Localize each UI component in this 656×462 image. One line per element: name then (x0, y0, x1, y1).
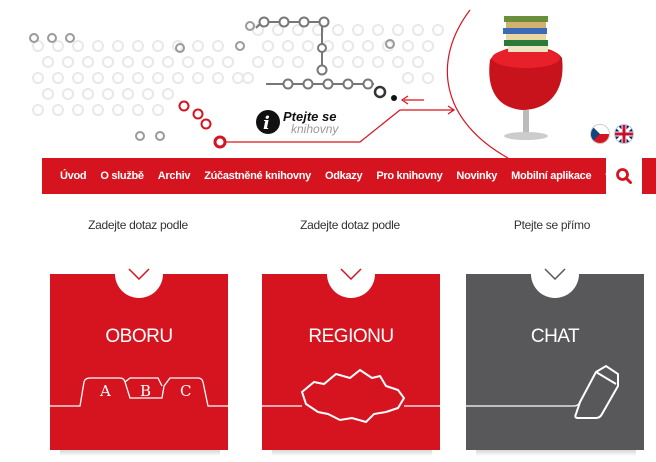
nav-item-mobilni-aplikace[interactable]: Mobilní aplikace (511, 170, 591, 182)
search-icon (616, 168, 632, 184)
card-label-chat: Ptejte se přímo (513, 218, 591, 232)
chair-illustration (489, 16, 563, 140)
card-label-oboru: Zadejte dotaz podle (88, 218, 188, 232)
tab-c: C (180, 382, 192, 400)
card-shadow (60, 450, 220, 456)
nav-item-o-sluzbe[interactable]: O službě (100, 170, 144, 182)
flag-czech-icon[interactable] (590, 124, 610, 144)
logo-sub-text: knihovny (291, 122, 339, 136)
card-shadow (476, 450, 636, 456)
nav-item-odkazy[interactable]: Odkazy (325, 170, 363, 182)
alphabet-tabs-illustration (50, 377, 228, 407)
czech-map-icon (262, 368, 440, 424)
nav-item-pro-knihovny[interactable]: Pro knihovny (376, 170, 442, 182)
page-header: i Ptejte se knihovny (0, 0, 656, 158)
search-button[interactable] (606, 158, 642, 194)
tab-b: B (140, 382, 152, 400)
logo[interactable]: Ptejte se knihovny (283, 110, 338, 135)
card-regionu[interactable]: REGIONU (262, 250, 440, 450)
tab-a: A (100, 382, 111, 400)
nav-item-archiv[interactable]: Archiv (158, 170, 191, 182)
nav-item-zucastnene-knihovny[interactable]: Zúčastněné knihovny (204, 170, 311, 182)
flag-uk-icon[interactable] (614, 124, 634, 144)
main-navigation: Úvod O službě Archiv Zúčastněné knihovny… (42, 158, 656, 194)
nav-item-novinky[interactable]: Novinky (456, 170, 497, 182)
chat-pencil-icon (466, 364, 619, 419)
nav-item-uvod[interactable]: Úvod (60, 170, 87, 182)
svg-text:i: i (263, 113, 270, 134)
card-oboru[interactable]: OBORU A B C (50, 250, 228, 450)
card-label-regionu: Zadejte dotaz podle (300, 218, 400, 232)
card-shadow (272, 450, 432, 456)
card-chat[interactable]: CHAT (466, 250, 644, 450)
